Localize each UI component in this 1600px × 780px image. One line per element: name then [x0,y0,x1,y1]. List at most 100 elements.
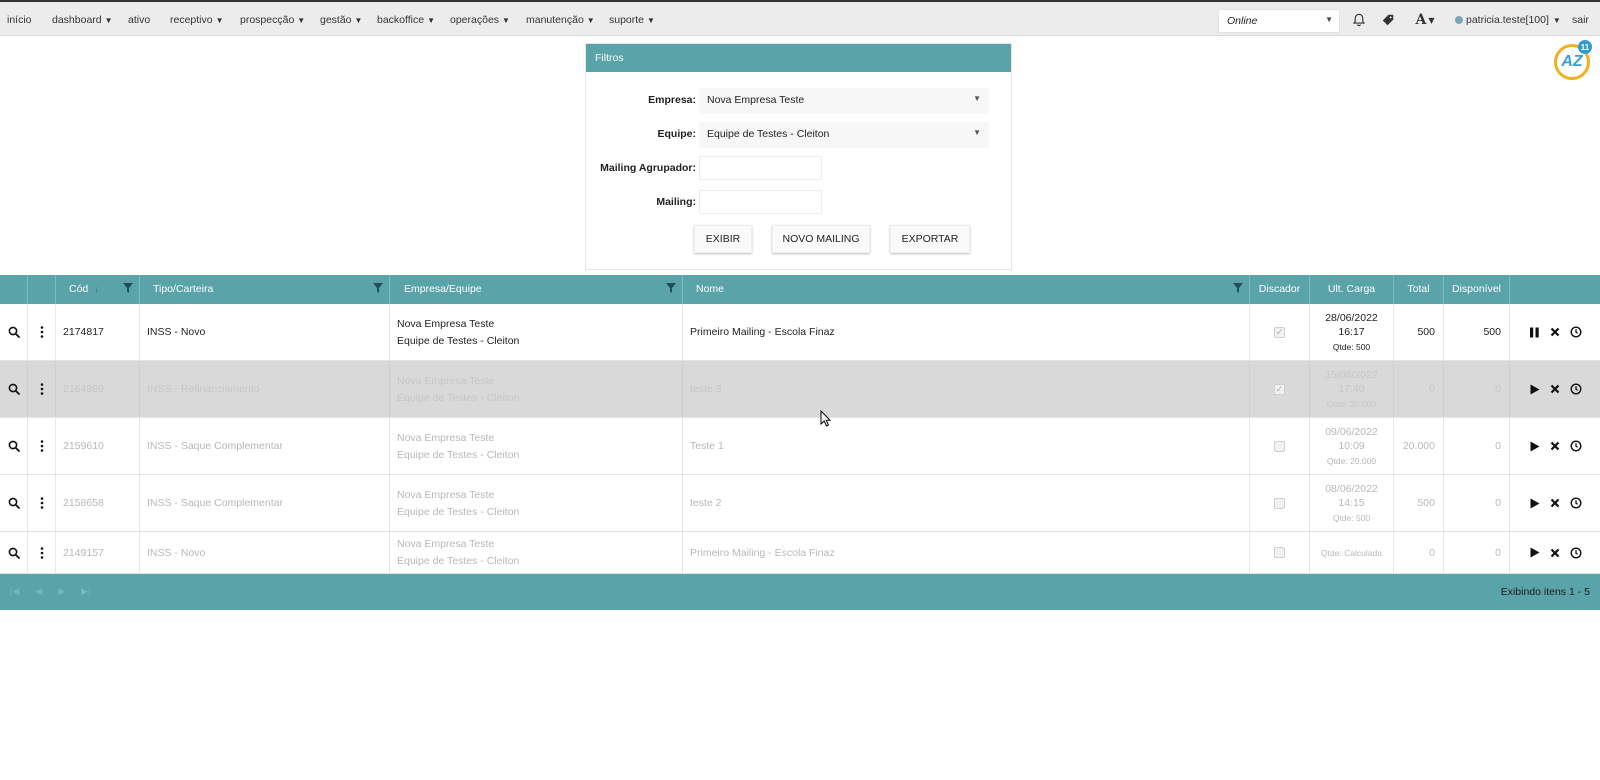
view-cell[interactable] [0,532,28,573]
novo-mailing-button[interactable]: NOVO MAILING [772,225,870,253]
col-disponivel[interactable]: Disponível [1444,275,1510,304]
equipe-select[interactable]: Equipe de Testes - Cleiton ▼ [699,122,989,148]
view-cell[interactable] [0,418,28,474]
table-row[interactable]: 2158658 INSS - Saque Complementar Nova Emp… [0,475,1600,532]
col-empresa[interactable]: Empresa/Equipe [390,275,683,304]
more-vertical-icon[interactable] [35,497,48,510]
discador-checkbox[interactable] [1274,547,1285,558]
user-menu[interactable]: patricia.teste[100] ▼ [1455,14,1561,26]
more-vertical-icon[interactable] [35,383,48,396]
search-icon[interactable] [7,546,20,559]
bell-icon[interactable] [1350,11,1368,29]
nav-item-6[interactable]: backoffice ▼ [377,14,435,26]
view-cell[interactable] [0,304,28,360]
close-icon[interactable] [1549,326,1562,339]
search-icon[interactable] [7,440,20,453]
play-icon[interactable] [1528,383,1541,396]
tipo-cell: INSS - Saque Complementar [140,475,390,531]
search-icon[interactable] [7,497,20,510]
col-nome[interactable]: Nome [683,275,1250,304]
total-value: 500 [1417,326,1435,338]
empresa-equipe: Nova Empresa Teste Equipe de Testes - Cle… [397,375,519,404]
menu-cell[interactable] [28,475,56,531]
menu-cell[interactable] [28,361,56,417]
nav-item-2[interactable]: ativo [128,14,150,26]
discador-checkbox[interactable]: ✓ [1274,326,1285,338]
close-icon[interactable] [1549,440,1562,453]
status-select[interactable]: Online ▼ [1218,9,1340,33]
play-icon[interactable] [1528,546,1541,559]
nav-item-0[interactable]: início [7,14,32,26]
nav-item-9[interactable]: suporte ▼ [609,14,655,26]
exportar-button[interactable]: EXPORTAR [890,225,970,253]
last-page-icon[interactable]: ▶| [81,586,90,597]
menu-cell[interactable] [28,532,56,573]
logout-link[interactable]: sair [1572,14,1589,26]
nav-item-7[interactable]: operações ▼ [450,14,510,26]
next-page-icon[interactable]: ▶ [58,586,65,597]
filter-icon[interactable] [123,283,133,293]
close-icon[interactable] [1549,497,1562,510]
view-cell[interactable] [0,361,28,417]
cod-cell: 2158658 [56,475,140,531]
discador-checkbox[interactable] [1274,497,1285,509]
font-size-icon[interactable]: A ▼ [1410,11,1440,29]
nav-item-8[interactable]: manutenção ▼ [526,14,595,26]
notification-count-badge: 11 [1578,40,1592,54]
menu-cell[interactable] [28,418,56,474]
total-cell: 500 [1394,304,1444,360]
sort-down-icon[interactable]: ↓ [94,284,99,294]
pause-icon[interactable] [1528,326,1541,339]
chevron-down-icon: ▼ [1552,16,1561,25]
clock-icon[interactable] [1570,440,1583,453]
clock-icon[interactable] [1570,497,1583,510]
mailing-input[interactable] [699,190,822,214]
filter-icon[interactable] [666,283,676,293]
col-total[interactable]: Total [1394,275,1444,304]
empresa-value: Nova Empresa Teste [397,374,495,387]
more-vertical-icon[interactable] [35,440,48,453]
actions-cell [1510,475,1600,531]
more-vertical-icon[interactable] [35,546,48,559]
discador-checkbox[interactable]: ✓ [1274,383,1285,395]
filter-icon[interactable] [373,283,383,293]
col-cod[interactable]: Cód ↓ [56,275,140,304]
col-tipo[interactable]: Tipo/Carteira [140,275,390,304]
mailing-agrupador-input[interactable] [699,156,822,180]
tag-icon[interactable] [1379,11,1397,29]
carga-time: 10:09 [1338,439,1365,452]
clock-icon[interactable] [1570,546,1583,559]
nome-value: Primeiro Mailing - Escola Finaz [690,546,835,559]
nav-item-5[interactable]: gestão ▼ [320,14,362,26]
clock-icon[interactable] [1570,326,1583,339]
filter-icon[interactable] [1233,283,1243,293]
close-icon[interactable] [1549,546,1562,559]
nav-item-3[interactable]: receptivo ▼ [170,14,224,26]
nav-item-4[interactable]: prospecção ▼ [240,14,305,26]
menu-cell[interactable] [28,304,56,360]
exibir-button[interactable]: EXIBIR [694,225,752,253]
table-row[interactable]: 2174817 INSS - Novo Nova Empresa Teste Equi… [0,304,1600,361]
discador-checkbox[interactable] [1274,440,1285,452]
col-discador[interactable]: Discador [1250,275,1310,304]
search-icon[interactable] [7,383,20,396]
close-icon[interactable] [1549,383,1562,396]
play-icon[interactable] [1528,440,1541,453]
table-row[interactable]: 2149157 INSS - Novo Nova Empresa Teste Equi… [0,532,1600,574]
play-icon[interactable] [1528,497,1541,510]
col-ult-carga[interactable]: Ult. Carga [1310,275,1394,304]
first-page-icon[interactable]: |◀ [10,586,19,597]
search-icon[interactable] [7,326,20,339]
table-row[interactable]: 2159610 INSS - Saque Complementar Nova Emp… [0,418,1600,475]
prev-page-icon[interactable]: ◀ [35,586,42,597]
table-row[interactable]: 2164899 INSS - Refinanciamento Nova Empres… [0,361,1600,418]
nav-item-1[interactable]: dashboard ▼ [52,14,113,26]
disponivel-value: 0 [1495,546,1501,559]
empresa-select[interactable]: Nova Empresa Teste ▼ [699,88,989,114]
nome-cell: teste 3 [683,361,1250,417]
paging-info: Exibindo itens 1 - 5 [1500,586,1590,598]
disponivel-cell: 0 [1444,475,1510,531]
view-cell[interactable] [0,475,28,531]
more-vertical-icon[interactable] [35,326,48,339]
clock-icon[interactable] [1570,383,1583,396]
